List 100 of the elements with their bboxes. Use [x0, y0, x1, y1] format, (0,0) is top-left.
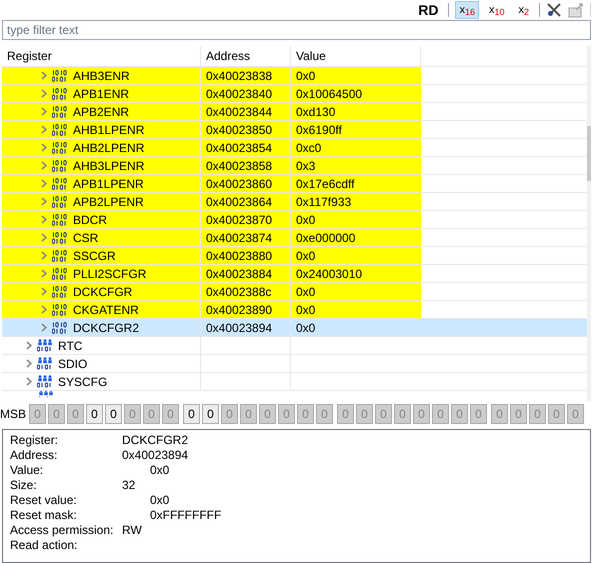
binary-icon [52, 214, 68, 226]
register-name: SYSCFG [58, 374, 108, 390]
binary-icon [52, 286, 68, 298]
value-cell-text: 0x17e6cdff [296, 176, 354, 192]
detail-label: Reset mask: [10, 506, 78, 524]
register-name: BDCR [73, 212, 108, 228]
register-name: RTC [58, 338, 82, 354]
table-row[interactable]: SDIO [2, 355, 587, 373]
address-cell-text: 0x40023840 [206, 86, 272, 102]
value-cell-text: 0x0 [296, 284, 316, 300]
detail-value: DCKCFGR2 [122, 432, 188, 448]
binary-icon [52, 268, 68, 280]
table-row[interactable]: APB1ENR 0x40023840 0x10064500 [2, 85, 587, 103]
filter-field[interactable]: type filter text [2, 20, 591, 40]
table-row[interactable]: CSR 0x40023874 0xe000000 [2, 229, 587, 247]
bit-box[interactable]: 0 [202, 404, 220, 424]
address-cell-text: 0x40023884 [206, 266, 272, 282]
number-format-button[interactable]: x$_{2}$ [514, 1, 533, 19]
detail-label: Value: [10, 462, 44, 478]
msb-label: MSB [0, 406, 28, 423]
table-row[interactable]: BDCR 0x40023870 0x0 [2, 211, 587, 229]
value-cell-text: 0xe000000 [296, 230, 356, 246]
table-row[interactable]: SSCGR 0x40023880 0x0 [2, 247, 587, 265]
table-row[interactable]: AHB1LPENR 0x40023850 0x6190ff [2, 121, 587, 139]
table-row[interactable]: AHB3ENR 0x40023838 0x0 [2, 67, 587, 85]
detail-value: 32 [122, 476, 136, 494]
register-name: CSR [73, 230, 98, 246]
register-name: AHB1LPENR [73, 122, 144, 138]
value-cell-text: 0x10064500 [296, 86, 362, 102]
detail-label: Access permission: [10, 522, 114, 538]
binary-icon [52, 304, 68, 316]
detail-value: 0xFFFFFFFF [149, 506, 222, 524]
binary-icon [52, 196, 68, 208]
binary-icon [52, 142, 68, 154]
table-row[interactable]: APB2ENR 0x40023844 0xd130 [2, 103, 587, 121]
value-cell-text: 0x3 [296, 158, 316, 174]
binary-icon [52, 88, 68, 100]
register-name: SDIO [58, 356, 88, 372]
table-row[interactable]: RTC [2, 337, 587, 355]
detail-value: RW [122, 522, 142, 538]
register-name: AHB3ENR [73, 68, 130, 84]
column-header[interactable]: Value [291, 46, 421, 66]
address-cell-text: 0x40023844 [206, 104, 272, 120]
address-cell-text: 0x40023870 [206, 212, 272, 228]
bit-box[interactable]: 0 [86, 404, 104, 424]
value-cell-text: 0x0 [296, 302, 316, 318]
tools-icon[interactable] [546, 2, 562, 18]
table-row[interactable]: DCKCFGR2 0x40023894 0x0 [2, 319, 587, 337]
binary-icon [52, 250, 68, 262]
binary-icon [52, 232, 68, 244]
table-row[interactable]: AHB3LPENR 0x40023858 0x3 [2, 157, 587, 175]
address-cell-text: 0x40023850 [206, 122, 272, 138]
register-name: DCKCFGR [73, 284, 132, 300]
address-cell-text: 0x40023864 [206, 194, 272, 210]
binary-icon [52, 322, 68, 334]
value-cell-text: 0xd130 [296, 104, 336, 120]
number-format-button[interactable]: x$_{10}$ [484, 1, 508, 19]
binary-icon [52, 178, 68, 190]
table-row[interactable]: DCKCFGR 0x4002388c 0x0 [2, 283, 587, 301]
register-name: APB2LPENR [73, 194, 144, 210]
column-header[interactable]: Register [2, 46, 201, 66]
address-cell-text: 0x4002388c [206, 284, 272, 300]
table-row[interactable]: CKGATENR 0x40023890 0x0 [2, 301, 587, 319]
table-row[interactable]: APB2LPENR 0x40023864 0x117f933 [2, 193, 587, 211]
value-cell-text: 0x0 [296, 68, 316, 84]
number-format-button[interactable]: x$_{16}$ [455, 1, 479, 19]
detail-label: Address: [10, 446, 58, 464]
address-cell-text: 0x40023890 [206, 302, 272, 318]
register-name: CKGATENR [73, 302, 139, 318]
table-row[interactable]: SYSCFG [2, 373, 587, 391]
table-row[interactable]: PLLI2SCFGR 0x40023884 0x24003010 [2, 265, 587, 283]
value-cell-text: 0x0 [296, 248, 316, 264]
peripheral-icon [37, 339, 53, 352]
register-name: APB2ENR [73, 104, 130, 120]
register-name: APB1LPENR [73, 176, 144, 192]
register-name: AHB3LPENR [73, 158, 144, 174]
peripheral-icon [37, 375, 53, 388]
register-name: APB1ENR [73, 86, 130, 102]
table-row[interactable]: AHB2LPENR 0x40023854 0xc0 [2, 139, 587, 157]
binary-icon [52, 106, 68, 118]
table-row[interactable]: APB1LPENR 0x40023860 0x17e6cdff [2, 175, 587, 193]
address-cell-text: 0x40023854 [206, 140, 272, 156]
value-cell-text: 0x0 [296, 320, 316, 336]
detail-label: Register: [10, 432, 60, 448]
address-cell-text: 0x40023860 [206, 176, 272, 192]
bit-box[interactable]: 0 [183, 404, 200, 424]
value-cell-text: 0x0 [296, 212, 316, 228]
binary-icon [52, 124, 68, 136]
export-icon[interactable] [568, 2, 584, 18]
register-name: AHB2LPENR [73, 140, 144, 156]
address-cell-text: 0x40023858 [206, 158, 272, 174]
address-cell-text: 0x40023894 [206, 320, 272, 336]
address-cell-text: 0x40023838 [206, 68, 272, 84]
bit-box[interactable]: 0 [105, 404, 122, 424]
column-header[interactable]: Address [201, 46, 291, 66]
value-cell-text: 0x117f933 [296, 194, 352, 210]
read-label[interactable]: RD [414, 0, 442, 20]
register-name: DCKCFGR2 [73, 320, 140, 336]
detail-label: Size: [10, 476, 38, 494]
register-name: SSCGR [73, 248, 116, 264]
